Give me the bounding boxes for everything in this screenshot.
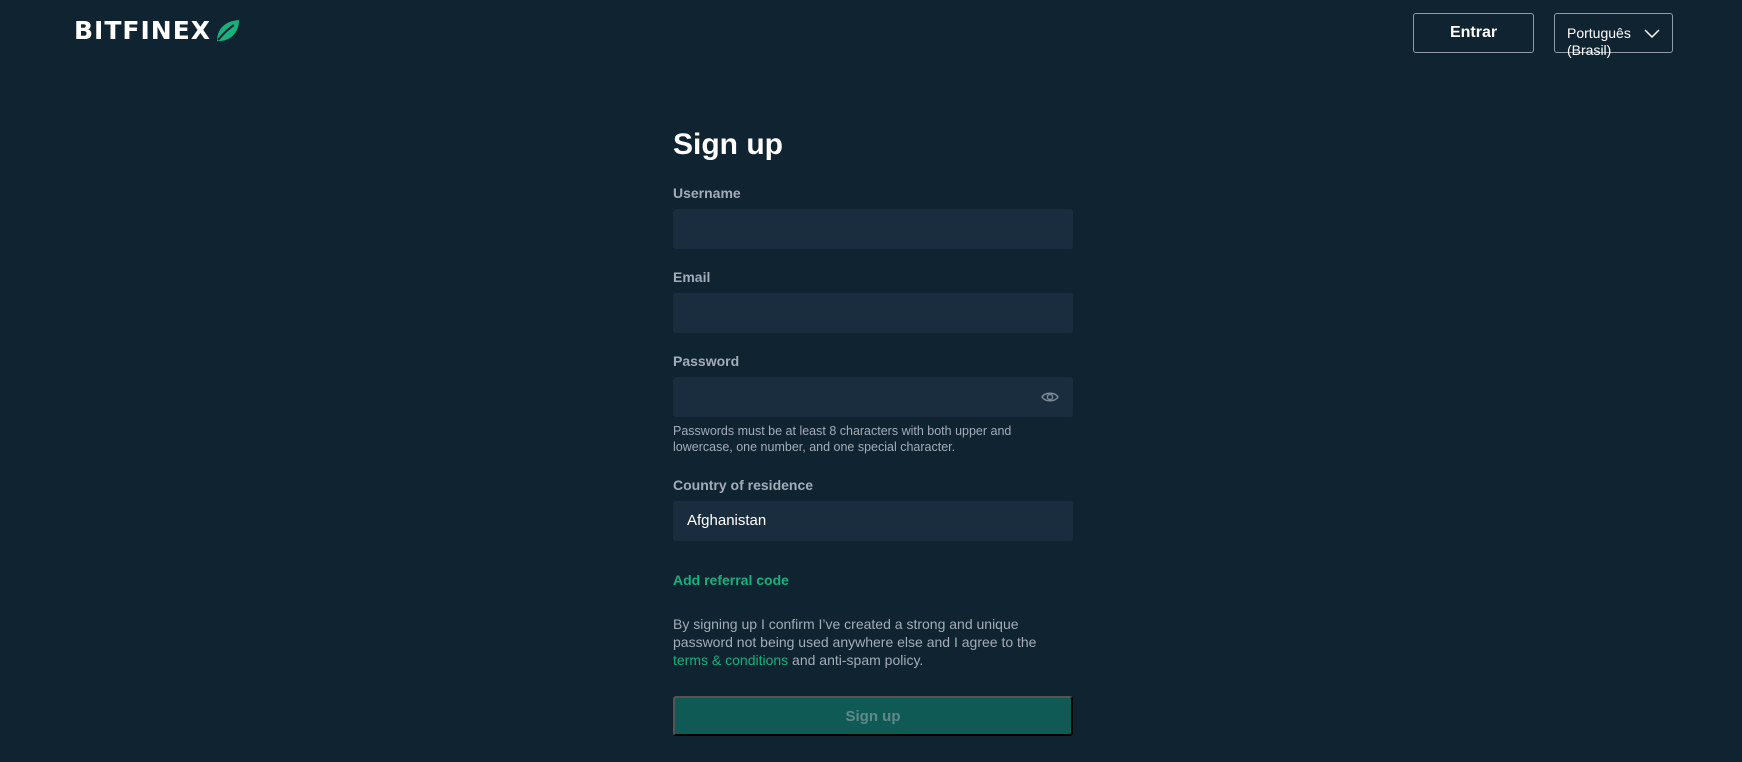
chevron-down-icon <box>1644 29 1660 39</box>
terms-link[interactable]: terms & conditions <box>673 652 788 668</box>
country-select[interactable]: Afghanistan <box>673 501 1073 541</box>
signup-button[interactable]: Sign up <box>673 696 1073 736</box>
eye-icon[interactable] <box>1041 389 1059 405</box>
login-button[interactable]: Entrar <box>1413 13 1534 53</box>
consent-text-before: By signing up I confirm I’ve created a s… <box>673 616 1037 650</box>
password-field <box>673 377 1073 417</box>
email-input[interactable] <box>673 293 1073 333</box>
logo-text: BITFINEX <box>74 16 212 45</box>
language-select[interactable]: Português (Brasil) <box>1554 13 1673 58</box>
signup-page: BITFINEX Entrar Português (Brasil) Sign … <box>0 0 1742 762</box>
email-label: Email <box>673 269 711 285</box>
add-referral-code-link[interactable]: Add referral code <box>673 572 789 588</box>
password-hint: Passwords must be at least 8 characters … <box>673 424 1012 454</box>
country-label: Country of residence <box>673 477 814 493</box>
password-label: Password <box>673 353 740 369</box>
language-label: Português (Brasil) <box>1567 25 1631 58</box>
country-value: Afghanistan <box>687 512 767 529</box>
consent-text-after: and anti-spam policy. <box>788 652 924 668</box>
password-input[interactable] <box>673 377 1073 417</box>
leaf-icon <box>217 20 240 41</box>
signup-form: Sign up Username Email Password Password… <box>673 125 1073 736</box>
consent-text: By signing up I confirm I’ve created a s… <box>673 615 1073 669</box>
bitfinex-logo[interactable]: BITFINEX <box>74 16 241 46</box>
username-label: Username <box>673 185 741 201</box>
username-input[interactable] <box>673 209 1073 249</box>
page-title: Sign up <box>673 128 783 161</box>
